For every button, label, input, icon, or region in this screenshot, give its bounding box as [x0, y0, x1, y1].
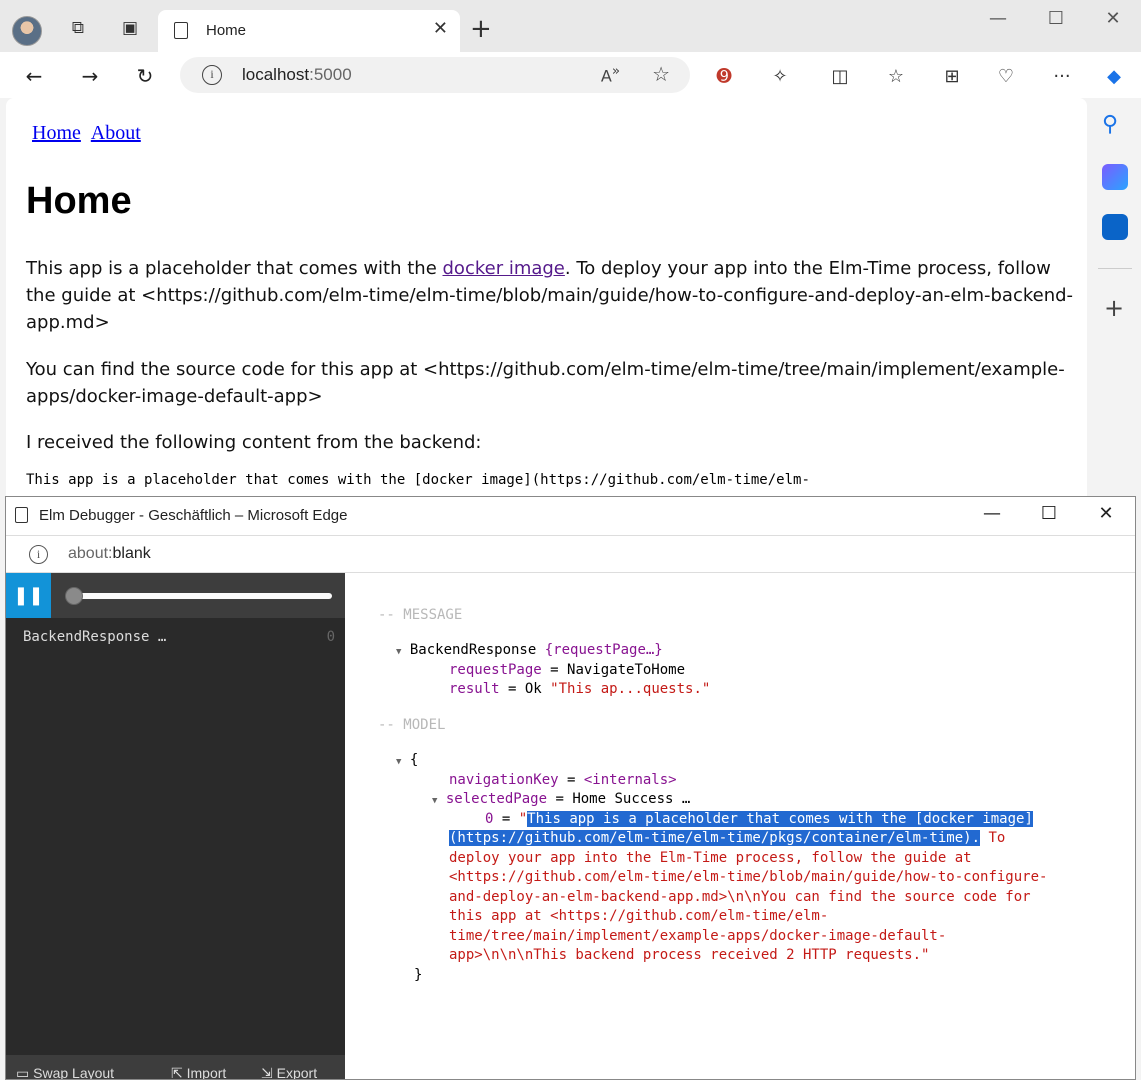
page-nav: Home About	[32, 122, 147, 145]
debugger-bottom-bar: ▭ Swap Layout ⇱ Import ⇲ Export	[6, 1055, 345, 1079]
message-index: 0	[326, 629, 335, 645]
browser-essentials-icon[interactable]: ♡	[992, 62, 1020, 90]
favorites-icon[interactable]: ☆	[882, 62, 910, 90]
inspector-panel: -- MESSAGE ▼ BackendResponse {requestPag…	[345, 573, 1135, 1079]
debugger-url[interactable]: about:blank	[68, 545, 151, 563]
message-field-requestpage: requestPage = NavigateToHome	[449, 662, 686, 678]
favorite-star-icon[interactable]: ☆	[652, 62, 670, 86]
model-item-0[interactable]: 0 = "This app is a placeholder that come…	[485, 810, 1033, 830]
message-panel: ❚❚ BackendResponse … 0 ▭ Swap Layout ⇱ I…	[6, 573, 345, 1079]
forward-icon[interactable]: →	[74, 60, 106, 92]
swap-layout-button[interactable]: ▭ Swap Layout	[16, 1065, 114, 1079]
message-label: BackendResponse …	[23, 629, 167, 645]
history-slider[interactable]	[66, 593, 332, 599]
vertical-tabs-icon[interactable]: ▣	[116, 14, 144, 42]
maximize-icon[interactable]: ☐	[1036, 8, 1076, 29]
copilot-icon[interactable]: ◆	[1100, 62, 1128, 90]
pause-button[interactable]: ❚❚	[6, 573, 51, 618]
expand-triangle-icon: ▼	[396, 757, 402, 767]
web-page: Home About Home This app is a placeholde…	[6, 98, 1087, 518]
close-window-icon[interactable]: ✕	[1086, 503, 1126, 524]
address-bar[interactable]: i localhost:5000 A» ☆	[180, 57, 690, 93]
import-button[interactable]: ⇱ Import	[171, 1065, 226, 1079]
docker-image-link[interactable]: docker image	[443, 258, 565, 279]
page-heading: Home	[26, 180, 132, 222]
read-aloud-icon[interactable]: A»	[601, 64, 620, 85]
model-string-line: and-deploy-an-elm-backend-app.md>\n\nYou…	[449, 889, 1031, 905]
intro-paragraph: This app is a placeholder that comes wit…	[26, 258, 1074, 333]
address-url[interactable]: localhost:5000	[242, 65, 352, 85]
model-string-line: <https://github.com/elm-time/elm-time/bl…	[449, 869, 1048, 885]
page-icon	[15, 507, 28, 523]
outlook-icon[interactable]	[1102, 214, 1128, 240]
back-icon[interactable]: ←	[18, 60, 50, 92]
page-icon	[174, 22, 188, 39]
backend-content: This app is a placeholder that comes wit…	[26, 472, 810, 488]
minimize-icon[interactable]: —	[972, 503, 1012, 524]
minimize-icon[interactable]: —	[978, 8, 1018, 29]
nav-link-home[interactable]: Home	[32, 122, 81, 144]
source-paragraph: You can find the source code for this ap…	[26, 359, 1065, 407]
model-field-selectedpage[interactable]: ▼ selectedPage = Home Success …	[432, 790, 690, 812]
close-tab-icon[interactable]: ✕	[433, 18, 448, 39]
model-string-line: (https://github.com/elm-time/elm-time/pk…	[449, 830, 1006, 846]
model-header: -- MODEL	[378, 717, 446, 733]
extension-red-icon[interactable]: ➒	[710, 62, 738, 90]
debugger-window: Elm Debugger - Geschäftlich – Microsoft …	[5, 496, 1136, 1080]
profile-avatar[interactable]	[12, 16, 42, 46]
tab-title: Home	[206, 22, 247, 39]
message-header: -- MESSAGE	[378, 607, 463, 623]
browser-toolbar: ← → ↻ i localhost:5000 A» ☆ ➒ ✧ ◫ ☆ ⊞ ♡ …	[0, 52, 1141, 98]
extensions-icon[interactable]: ✧	[766, 62, 794, 90]
model-tree-root[interactable]: ▼ {	[396, 751, 418, 773]
browser-titlebar: ⧉ ▣ Home ✕ + — ☐ ✕	[0, 0, 1141, 52]
collections-icon[interactable]: ⊞	[938, 62, 966, 90]
nav-link-about[interactable]: About	[91, 122, 141, 144]
message-field-result: result = Ok "This ap...quests."	[449, 681, 711, 697]
slider-handle[interactable]	[65, 587, 83, 605]
message-tree-root[interactable]: ▼ BackendResponse {requestPage…}	[396, 641, 663, 663]
site-info-icon[interactable]: i	[202, 65, 222, 85]
add-sidebar-icon[interactable]: +	[1104, 294, 1124, 322]
expand-triangle-icon: ▼	[396, 647, 402, 657]
tab-home[interactable]: Home ✕	[158, 10, 460, 52]
model-string-line: this app at <https://github.com/elm-time…	[449, 908, 829, 924]
backend-paragraph: I received the following content from th…	[26, 432, 482, 453]
close-window-icon[interactable]: ✕	[1093, 8, 1133, 29]
search-icon[interactable]: ⚲	[1102, 112, 1128, 138]
maximize-icon[interactable]: ☐	[1029, 503, 1069, 524]
refresh-icon[interactable]: ↻	[129, 60, 161, 92]
split-screen-icon[interactable]: ◫	[826, 62, 854, 90]
message-list-item[interactable]: BackendResponse … 0	[6, 623, 345, 653]
model-string-line: app>\n\n\nThis backend process received …	[449, 947, 930, 963]
model-string-line: deploy your app into the Elm-Time proces…	[449, 850, 972, 866]
workspaces-icon[interactable]: ⧉	[64, 14, 92, 42]
export-button[interactable]: ⇲ Export	[261, 1065, 317, 1079]
copilot-apps-icon[interactable]	[1102, 164, 1128, 190]
model-field-navigationkey: navigationKey = <internals>	[449, 772, 677, 788]
site-info-icon[interactable]: i	[29, 545, 48, 564]
model-string-line: time/tree/main/implement/example-apps/do…	[449, 928, 947, 944]
expand-triangle-icon: ▼	[432, 796, 438, 806]
more-menu-icon[interactable]: ···	[1048, 62, 1076, 90]
debugger-window-title: Elm Debugger - Geschäftlich – Microsoft …	[39, 507, 348, 524]
debugger-titlebar: Elm Debugger - Geschäftlich – Microsoft …	[6, 497, 1135, 535]
new-tab-icon[interactable]: +	[470, 16, 492, 42]
model-close-brace: }	[414, 967, 423, 983]
debugger-address-bar[interactable]: i about:blank	[6, 535, 1135, 573]
sidebar-divider	[1098, 268, 1132, 269]
playback-controls: ❚❚	[6, 573, 345, 618]
